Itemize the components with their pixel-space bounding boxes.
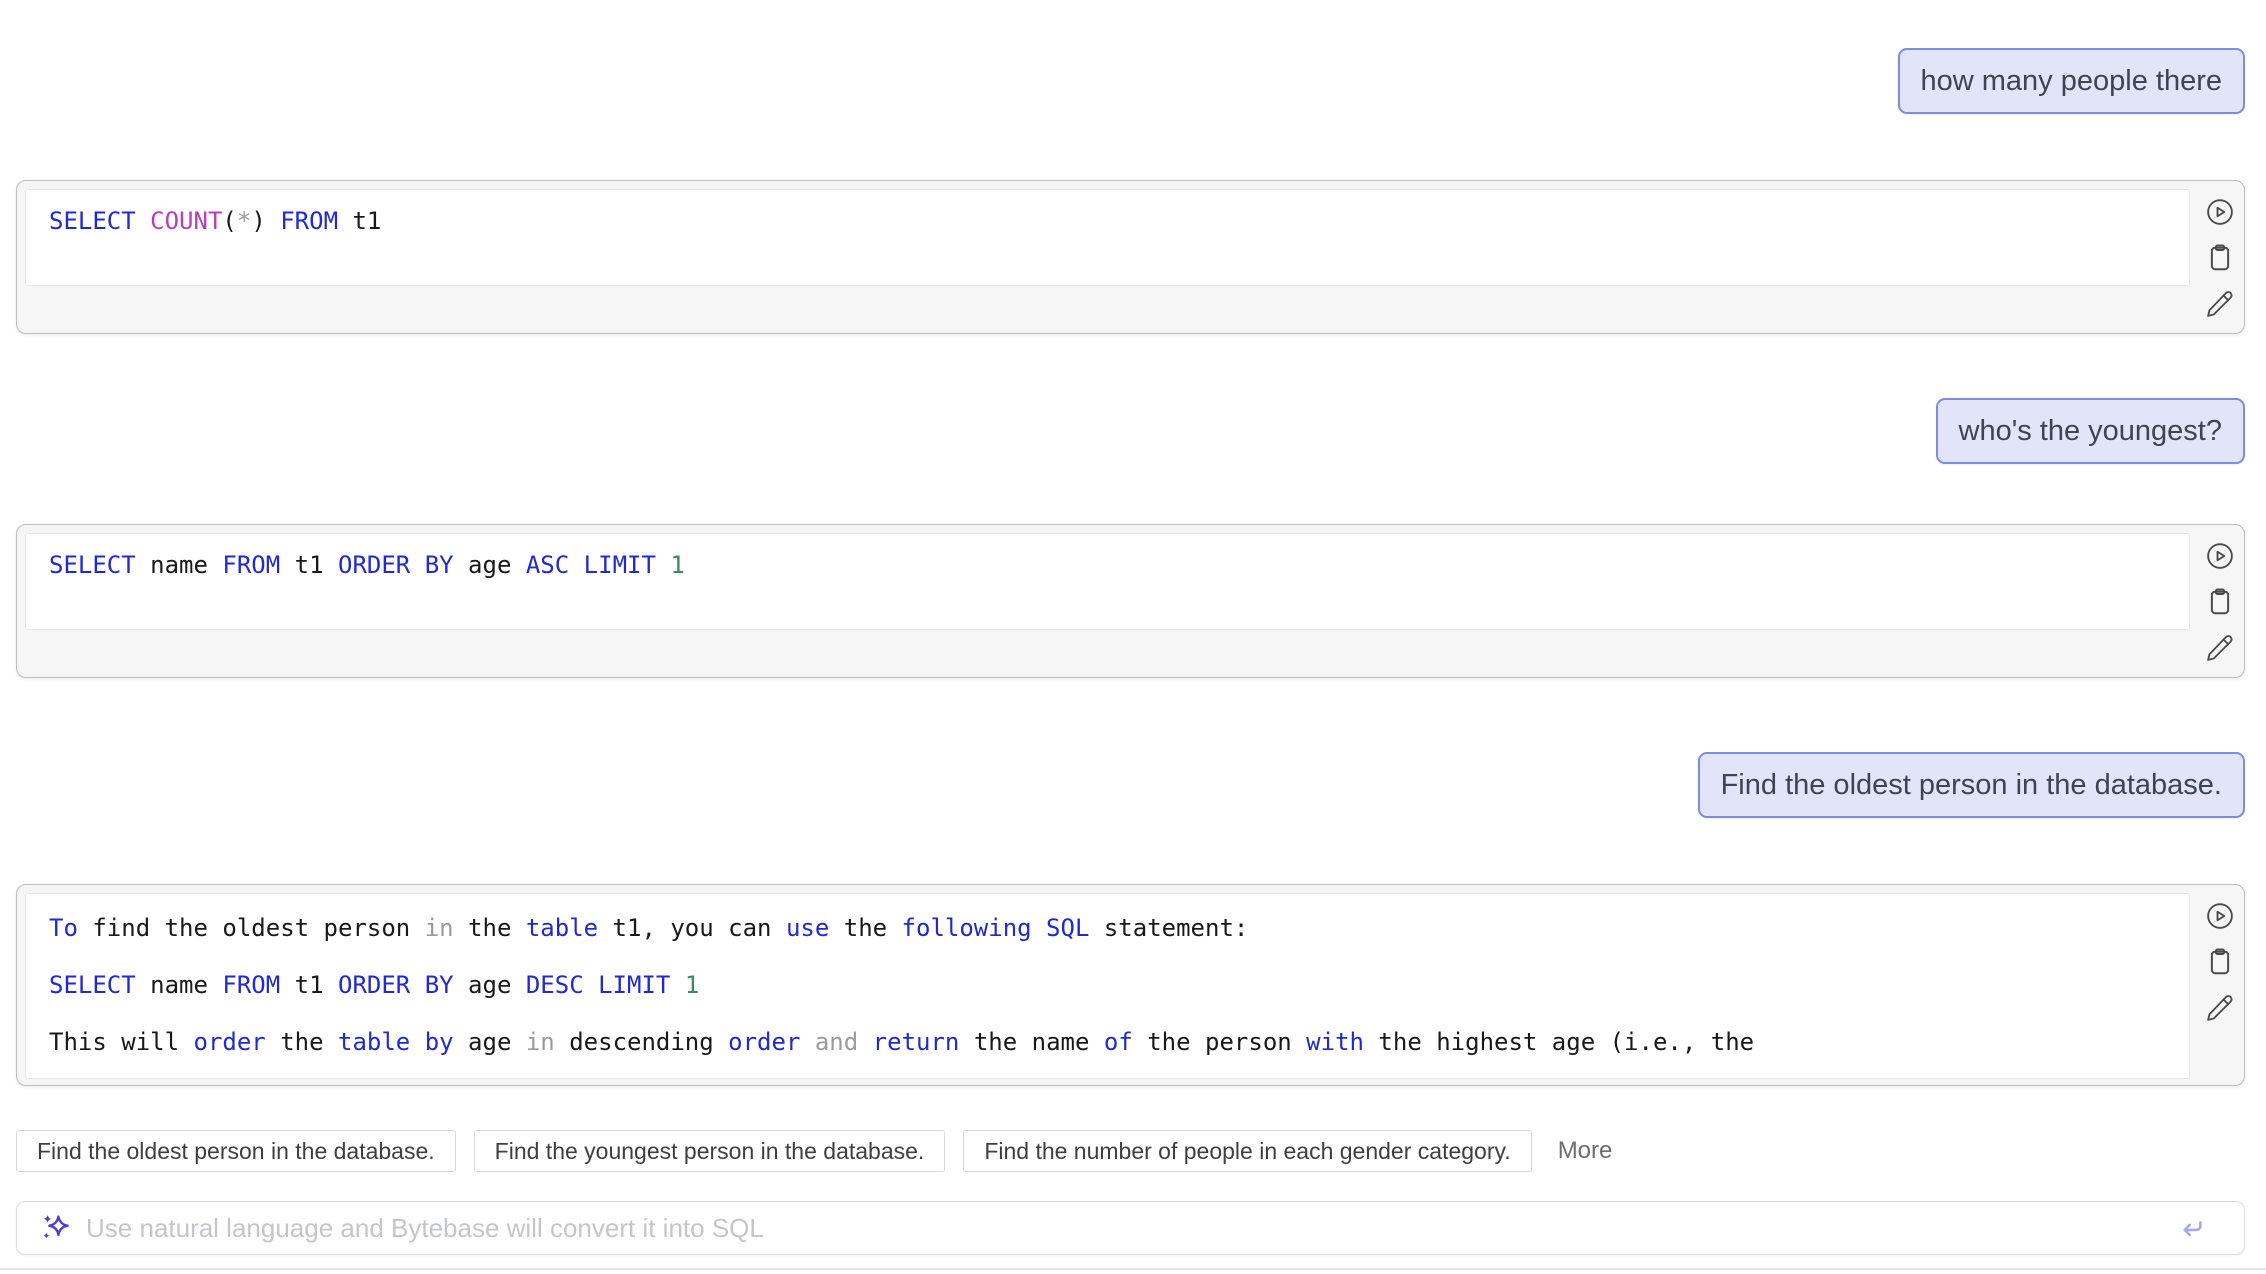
enter-icon[interactable]: [2176, 1213, 2206, 1243]
sql-code-line: SELECT name FROM t1 ORDER BY age ASC LIM…: [49, 547, 2166, 583]
bottom-divider: [0, 1268, 2266, 1270]
sql-code-area: SELECT COUNT(*) FROM t1: [25, 189, 2190, 286]
play-icon: [2205, 197, 2235, 227]
clipboard-icon: [2205, 947, 2235, 977]
play-icon: [2205, 541, 2235, 571]
sql-code-area: To find the oldest person in the table t…: [25, 893, 2190, 1079]
sql-card-actions: [2205, 541, 2235, 663]
pencil-icon: [2205, 993, 2235, 1023]
clipboard-icon: [2205, 587, 2235, 617]
sql-code-line: SELECT COUNT(*) FROM t1: [49, 203, 2166, 239]
bytebase-ai-chat-panel: how many people there SELECT COUNT(*) FRO…: [0, 0, 2266, 1274]
user-message-row: who's the youngest?: [16, 398, 2245, 464]
sql-card-actions: [2205, 197, 2235, 319]
assistant-message-row: To find the oldest person in the table t…: [16, 884, 2245, 1086]
pencil-icon: [2205, 633, 2235, 663]
clipboard-icon: [2205, 243, 2235, 273]
suggestion-row: Find the oldest person in the database. F…: [16, 1130, 2245, 1172]
edit-sql-button[interactable]: [2205, 633, 2235, 663]
nl2sql-input-field[interactable]: [84, 1212, 2154, 1245]
nl2sql-input: [16, 1201, 2245, 1255]
user-message-row: how many people there: [16, 48, 2245, 114]
play-icon: [2205, 901, 2235, 931]
user-message-bubble: Find the oldest person in the database.: [1698, 752, 2245, 818]
assistant-sql-card: SELECT name FROM t1 ORDER BY age ASC LIM…: [16, 524, 2245, 678]
run-sql-button[interactable]: [2205, 197, 2235, 227]
sparkles-icon: [39, 1212, 71, 1244]
run-sql-button[interactable]: [2205, 541, 2235, 571]
copy-sql-button[interactable]: [2205, 587, 2235, 617]
assistant-sql-card: To find the oldest person in the table t…: [16, 884, 2245, 1086]
suggestion-chip[interactable]: Find the number of people in each gender…: [963, 1130, 1531, 1172]
sql-code-line: To find the oldest person in the table t…: [49, 900, 2166, 957]
suggestion-chip[interactable]: Find the youngest person in the database…: [474, 1130, 946, 1172]
user-message-bubble: who's the youngest?: [1936, 398, 2246, 464]
chat-history: how many people there SELECT COUNT(*) FRO…: [16, 48, 2245, 1086]
assistant-message-row: SELECT name FROM t1 ORDER BY age ASC LIM…: [16, 524, 2245, 678]
sql-code-line: This will order the table by age in desc…: [49, 1014, 2166, 1071]
edit-sql-button[interactable]: [2205, 289, 2235, 319]
more-suggestions-button[interactable]: More: [1558, 1137, 1613, 1165]
pencil-icon: [2205, 289, 2235, 319]
assistant-sql-card: SELECT COUNT(*) FROM t1: [16, 180, 2245, 334]
copy-sql-button[interactable]: [2205, 243, 2235, 273]
sql-code-line: SELECT name FROM t1 ORDER BY age DESC LI…: [49, 957, 2166, 1014]
sql-card-actions: [2205, 901, 2235, 1023]
suggestion-chip[interactable]: Find the oldest person in the database.: [16, 1130, 456, 1172]
user-message-row: Find the oldest person in the database.: [16, 752, 2245, 818]
assistant-message-row: SELECT COUNT(*) FROM t1: [16, 180, 2245, 334]
sql-code-area: SELECT name FROM t1 ORDER BY age ASC LIM…: [25, 533, 2190, 630]
copy-sql-button[interactable]: [2205, 947, 2235, 977]
run-sql-button[interactable]: [2205, 901, 2235, 931]
edit-sql-button[interactable]: [2205, 993, 2235, 1023]
user-message-bubble: how many people there: [1898, 48, 2245, 114]
